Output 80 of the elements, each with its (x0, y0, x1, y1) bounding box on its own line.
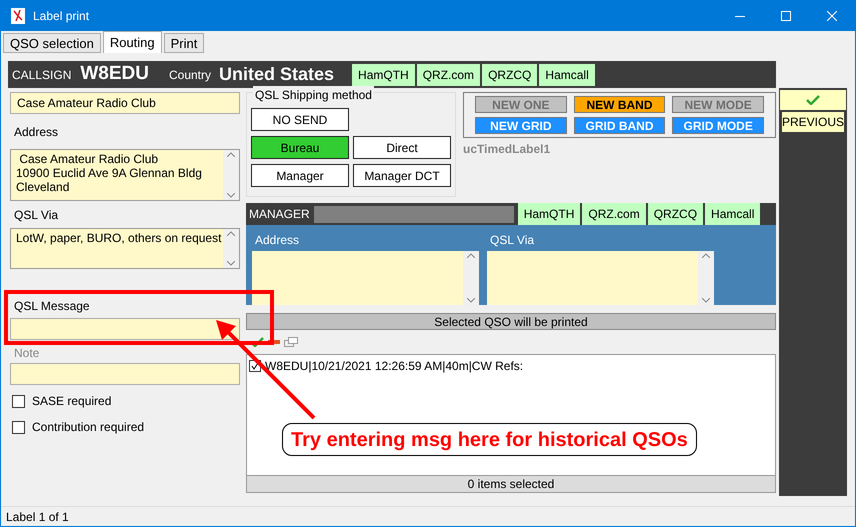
tab[interactable]: Routing (102, 31, 162, 53)
address-field[interactable]: Case Amateur Radio Club 10900 Euclid Ave 9A Glennan Bldg Cleveland (10, 149, 240, 201)
shipping-button[interactable]: NO SEND (251, 108, 349, 131)
award-flag: GRID MODE (672, 117, 764, 134)
award-flag: NEW GRID (475, 117, 567, 134)
callsign-value: W8EDU (80, 62, 149, 86)
note-label: Note (14, 345, 40, 362)
close-icon (827, 11, 837, 21)
manager-qsl-via-label: QSL Via (490, 232, 536, 249)
qso-list-text: W8EDU|10/21/2021 12:26:59 AM|40m|CW Refs: (265, 358, 524, 375)
check-icon (806, 95, 820, 105)
shipping-button[interactable]: Manager DCT (353, 164, 451, 187)
lookup-button[interactable]: QRZCQ (480, 64, 538, 86)
shipping-button[interactable]: Bureau (251, 136, 349, 159)
chevron-down-icon (702, 298, 710, 303)
shipping-title: QSL Shipping method (253, 86, 374, 104)
ok-button[interactable] (780, 90, 846, 110)
tab[interactable]: QSO selection (3, 33, 101, 53)
shipping-button[interactable]: Direct (353, 136, 451, 159)
award-flag: GRID BAND (574, 117, 666, 134)
award-flag: NEW BAND (574, 96, 666, 113)
name-field[interactable]: Case Amateur Radio Club (10, 92, 240, 114)
qsl-via-text: LotW, paper, BURO, others on request (16, 230, 222, 247)
country-label: Country (168, 66, 212, 84)
manager-qsl-via-field[interactable] (487, 251, 714, 305)
scrollbar[interactable] (223, 229, 239, 268)
status-text: Label 1 of 1 (6, 508, 69, 526)
chevron-up-icon (227, 231, 235, 236)
lookup-button[interactable]: HamQTH (516, 203, 580, 225)
checkbox[interactable] (249, 360, 261, 372)
lookup-button[interactable]: Hamcall (537, 64, 595, 86)
callsign-label: CALLSIGN (12, 66, 72, 84)
lookup-button[interactable]: QRZ.com (414, 64, 480, 86)
qsl-via-label: QSL Via (14, 207, 60, 224)
note-field[interactable] (10, 363, 240, 385)
lookup-button[interactable]: QRZCQ (646, 203, 704, 225)
chevron-down-icon (227, 261, 235, 266)
address-label: Address (14, 124, 60, 141)
previous-button[interactable]: PREVIOUS (782, 112, 844, 132)
award-flag: NEW ONE (475, 96, 567, 113)
tab[interactable]: Print (164, 33, 204, 53)
lookup-button[interactable]: QRZ.com (580, 203, 646, 225)
manager-address-field[interactable] (252, 251, 479, 305)
maximize-icon (781, 11, 791, 21)
manager-label: MANAGER (249, 206, 310, 223)
shipping-button[interactable]: Manager (251, 164, 349, 187)
annotation-callout: Try entering msg here for historical QSOs (282, 423, 697, 456)
chevron-up-icon (467, 253, 475, 258)
chevron-up-icon (702, 253, 710, 258)
list-footer: 0 items selected (246, 476, 776, 493)
address-line: Case Amateur Radio Club (18, 152, 160, 166)
chevron-down-icon (467, 298, 475, 303)
qsl-message-label: QSL Message (14, 298, 91, 315)
scrollbar[interactable] (698, 251, 714, 305)
checkbox-label: SASE required (32, 393, 112, 410)
timed-label: ucTimedLabel1 (463, 141, 552, 158)
address-line: Cleveland (16, 180, 70, 194)
manager-field[interactable] (314, 206, 514, 222)
address-line: 10900 Euclid Ave 9A Glennan Bldg (16, 166, 203, 180)
lookup-button[interactable]: Hamcall (703, 203, 760, 225)
checkbox[interactable] (12, 420, 25, 434)
chevron-up-icon (227, 152, 235, 157)
qso-list-item[interactable]: W8EDU|10/21/2021 12:26:59 AM|40m|CW Refs: (249, 357, 775, 375)
app-icon (11, 8, 25, 24)
checkbox-label: Contribution required (32, 419, 144, 436)
chevron-down-icon (227, 193, 235, 198)
country-value: United States (219, 63, 334, 86)
check-icon[interactable] (250, 337, 264, 347)
lookup-button[interactable]: HamQTH (350, 64, 415, 86)
window-title: Label print (33, 8, 90, 25)
checkbox[interactable] (12, 394, 25, 408)
qsl-via-field[interactable]: LotW, paper, BURO, others on request (10, 228, 240, 269)
award-flag: NEW MODE (672, 96, 764, 113)
check-icon (251, 362, 259, 370)
windows-icon[interactable] (284, 337, 298, 347)
qsl-message-field[interactable] (10, 318, 240, 340)
selected-qso-bar: Selected QSO will be printed (246, 313, 776, 330)
scrollbar[interactable] (223, 150, 239, 200)
scrollbar[interactable] (463, 251, 479, 305)
manager-address-label: Address (255, 232, 300, 249)
